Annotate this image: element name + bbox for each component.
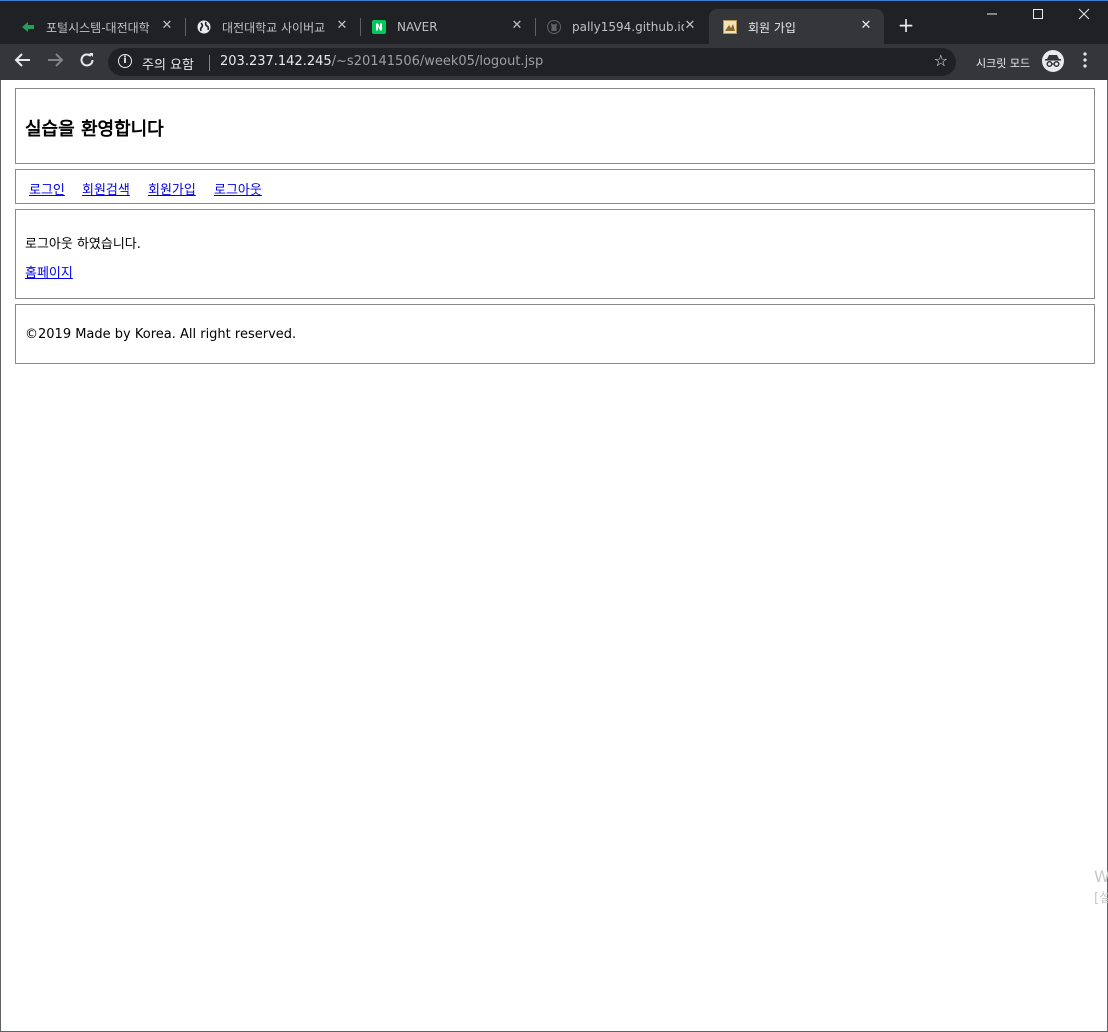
nav-link-member-search[interactable]: 회원검색 xyxy=(82,179,130,198)
reload-icon[interactable] xyxy=(76,51,98,73)
copyright-text: ©2019 Made by Korea. All right reserved. xyxy=(25,327,297,342)
close-tab-icon[interactable]: ✕ xyxy=(334,18,350,34)
page-title: 실습을 환영합니다 xyxy=(25,119,164,140)
close-tab-icon[interactable]: ✕ xyxy=(159,18,175,34)
windows-activation-watermark: W [설 xyxy=(1094,866,1108,910)
tab-title: 대전대학교 사이버교 xyxy=(222,20,326,35)
page-footer: ©2019 Made by Korea. All right reserved. xyxy=(15,304,1095,364)
browser-titlebar: 포털시스템-대전대학 ✕ 대전대학교 사이버교 ✕ NAVER ✕ pally1… xyxy=(0,0,1108,45)
tab-cyber-campus[interactable]: 대전대학교 사이버교 ✕ xyxy=(186,9,360,45)
page-viewport: 실습을 환영합니다 로그인 회원검색 회원가입 로그아웃 로그아웃 하였습니다.… xyxy=(0,80,1108,1032)
tab-title: pally1594.github.io/l xyxy=(572,20,684,34)
naver-icon xyxy=(371,19,387,35)
close-window-icon[interactable] xyxy=(1064,5,1104,27)
tab-title: 회원 가입 xyxy=(748,20,796,35)
homepage-link[interactable]: 홈페이지 xyxy=(25,262,73,281)
incognito-icon[interactable] xyxy=(1042,50,1064,72)
info-icon[interactable]: i xyxy=(118,54,132,68)
kebab-menu-icon[interactable] xyxy=(1078,52,1092,68)
watermark-line1: W xyxy=(1094,867,1108,886)
globe-icon xyxy=(196,19,212,35)
new-tab-button[interactable]: + xyxy=(896,15,916,35)
page-header: 실습을 환영합니다 xyxy=(15,88,1095,164)
forward-arrow-icon[interactable] xyxy=(44,51,66,73)
omnibox-divider xyxy=(209,55,210,71)
address-bar[interactable]: i 주의 요함 203.237.142.245/~s20141506/week0… xyxy=(108,48,956,76)
url-host: 203.237.142.245 xyxy=(220,54,332,69)
github-icon xyxy=(546,19,562,35)
page-favicon-icon xyxy=(722,19,738,35)
security-warning[interactable]: 주의 요함 xyxy=(142,54,194,73)
nav-link-login[interactable]: 로그인 xyxy=(29,179,65,198)
minimize-icon[interactable] xyxy=(972,5,1012,27)
tab-signup-active[interactable]: 회원 가입 ✕ xyxy=(709,9,884,45)
url-text[interactable]: 203.237.142.245/~s20141506/week05/logout… xyxy=(220,54,543,69)
maximize-icon[interactable] xyxy=(1018,5,1058,27)
close-tab-icon[interactable]: ✕ xyxy=(858,18,874,34)
tab-title: NAVER xyxy=(397,20,438,34)
nav-link-logout[interactable]: 로그아웃 xyxy=(214,179,262,198)
incognito-label: 시크릿 모드 xyxy=(976,57,1031,70)
browser-toolbar: i 주의 요함 203.237.142.245/~s20141506/week0… xyxy=(0,44,1108,80)
tab-github[interactable]: pally1594.github.io/l ✕ xyxy=(536,9,708,45)
close-tab-icon[interactable]: ✕ xyxy=(682,18,698,34)
tab-naver[interactable]: NAVER ✕ xyxy=(361,9,535,45)
back-arrow-icon[interactable] xyxy=(12,51,34,73)
nav-bar: 로그인 회원검색 회원가입 로그아웃 xyxy=(15,169,1095,204)
tab-portal[interactable]: 포털시스템-대전대학 ✕ xyxy=(10,9,185,45)
tab-title: 포털시스템-대전대학 xyxy=(46,20,150,35)
close-tab-icon[interactable]: ✕ xyxy=(509,18,525,34)
watermark-line2: [설 xyxy=(1094,891,1108,906)
portal-leaf-icon xyxy=(20,19,36,35)
nav-link-signup[interactable]: 회원가입 xyxy=(148,179,196,198)
bookmark-star-icon[interactable]: ☆ xyxy=(934,51,948,70)
logout-message: 로그아웃 하였습니다. xyxy=(25,237,141,252)
main-content: 로그아웃 하였습니다. 홈페이지 xyxy=(15,209,1095,299)
url-path: /~s20141506/week05/logout.jsp xyxy=(331,54,544,69)
